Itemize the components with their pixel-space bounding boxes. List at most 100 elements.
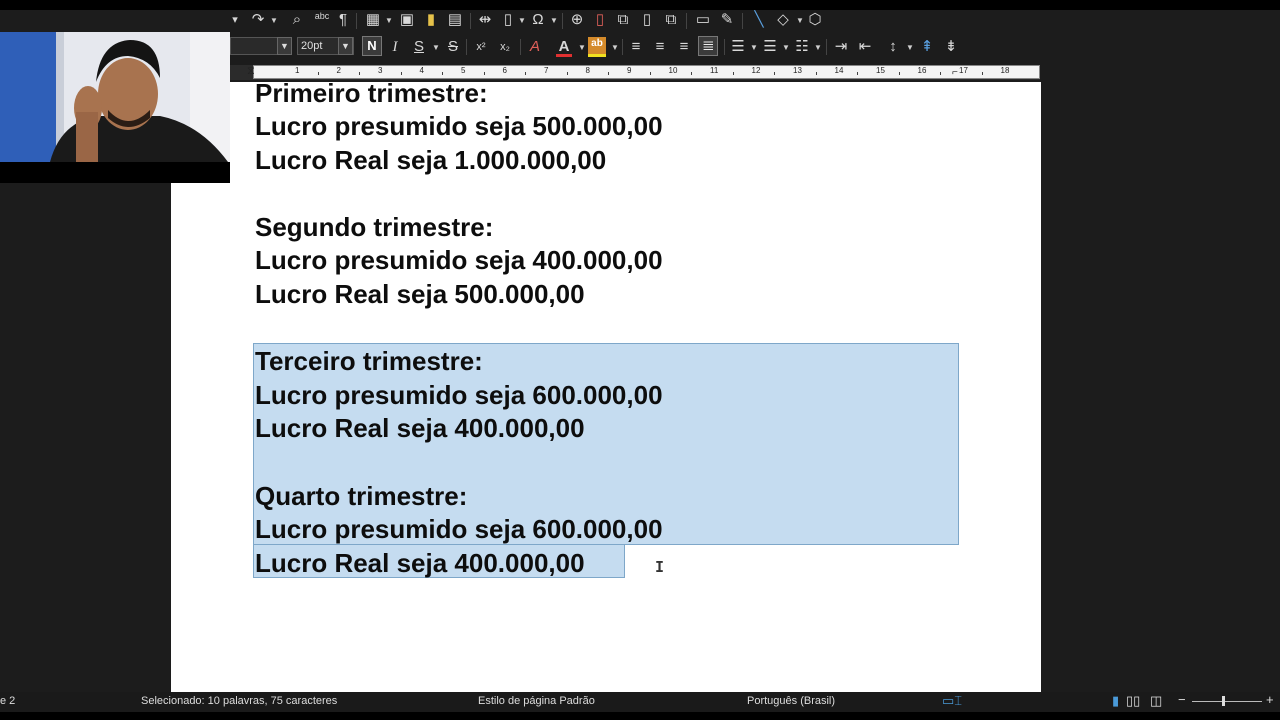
top-letterbox <box>0 0 1280 10</box>
ruler-number: 6 <box>502 66 507 75</box>
outline-dropdown-icon[interactable]: ▼ <box>814 43 822 52</box>
book-view-icon[interactable]: ◫ <box>1150 693 1162 709</box>
insert-field-icon[interactable]: ▯ <box>500 10 516 32</box>
spellcheck-icon[interactable]: abc <box>312 10 332 32</box>
font-name-dropdown-icon[interactable]: ▼ <box>277 37 292 55</box>
insert-image-icon[interactable]: ▣ <box>398 10 416 32</box>
undo-dropdown-icon[interactable]: ▾ <box>230 10 240 32</box>
doc-line: Lucro presumido seja 600.000,00 <box>255 514 663 544</box>
special-char-dropdown-icon[interactable]: ▼ <box>550 16 558 25</box>
outline-list-icon[interactable]: ☷ <box>794 37 810 59</box>
doc-line: Quarto trimestre: <box>255 481 468 511</box>
font-size-dropdown-icon[interactable]: ▼ <box>338 37 353 55</box>
page-count[interactable]: e 2 <box>0 695 15 707</box>
ruler-tick <box>774 72 776 75</box>
endnote-icon[interactable]: ⧉ <box>614 10 632 32</box>
separator <box>826 39 827 55</box>
numbered-dropdown-icon[interactable]: ▼ <box>782 43 790 52</box>
bullet-list-icon[interactable]: ☰ <box>730 37 746 59</box>
cross-reference-icon[interactable]: ⧉ <box>662 10 680 32</box>
draw-functions-icon[interactable]: ⬡ <box>806 10 824 32</box>
clear-formatting-icon[interactable]: A <box>526 37 544 59</box>
separator <box>742 13 743 29</box>
ruler-number: 10 <box>668 66 678 75</box>
special-character-icon[interactable]: Ω <box>530 10 546 32</box>
basic-shapes-icon[interactable]: ◇ <box>774 10 792 32</box>
zoom-out-icon[interactable]: − <box>1178 692 1186 707</box>
track-changes-icon[interactable]: ✎ <box>718 10 736 32</box>
align-left-icon[interactable]: ≡ <box>628 37 644 59</box>
ruler-tick <box>400 72 402 75</box>
underline-button[interactable]: S <box>412 37 426 59</box>
ruler-tick <box>940 72 942 75</box>
single-page-view-icon[interactable]: ▮ <box>1112 693 1119 709</box>
webcam-presenter-image <box>0 32 230 162</box>
underline-dropdown-icon[interactable]: ▼ <box>432 43 440 52</box>
page-break-icon[interactable]: ⇹ <box>476 10 494 32</box>
find-replace-icon[interactable]: ⌕ <box>288 10 306 32</box>
decrease-indent-icon[interactable]: ⇤ <box>856 37 874 59</box>
doc-line: Terceiro trimestre: <box>255 346 483 376</box>
numbered-list-icon[interactable]: ☰ <box>762 37 778 59</box>
shapes-dropdown-icon[interactable]: ▼ <box>796 16 804 25</box>
comment-icon[interactable]: ▭ <box>694 10 712 32</box>
ruler-tick <box>359 72 361 75</box>
multi-page-view-icon[interactable]: ▯▯ <box>1126 693 1140 709</box>
word-count[interactable]: Selecionado: 10 palavras, 75 caracteres <box>141 695 337 707</box>
ruler-tick <box>317 72 319 75</box>
field-dropdown-icon[interactable]: ▼ <box>518 16 526 25</box>
table-dropdown-icon[interactable]: ▼ <box>385 16 393 25</box>
align-right-icon[interactable]: ≡ <box>676 37 692 59</box>
paragraph-spacing-increase-icon[interactable]: ⇞ <box>918 37 936 59</box>
page-style[interactable]: Estilo de página Padrão <box>478 695 595 707</box>
doc-line: Lucro Real seja 500.000,00 <box>255 279 585 309</box>
ruler-number: 16 <box>917 66 927 75</box>
italic-button[interactable]: I <box>388 37 402 59</box>
ruler-tick <box>525 72 527 75</box>
insert-chart-icon[interactable]: ▮ <box>422 10 440 32</box>
separator <box>520 39 521 55</box>
font-color-dropdown-icon[interactable]: ▼ <box>578 43 586 52</box>
insert-line-icon[interactable]: ╲ <box>750 10 768 32</box>
ruler-number: 18 <box>1000 66 1010 75</box>
zoom-slider-thumb[interactable] <box>1222 696 1225 706</box>
formatting-marks-icon[interactable]: ¶ <box>336 10 350 32</box>
ruler-tick <box>442 72 444 75</box>
subscript-button[interactable]: x₂ <box>496 37 514 59</box>
highlight-color-icon[interactable]: ab <box>588 37 606 57</box>
ruler-number: 15 <box>876 66 885 75</box>
ruler-number: 11 <box>710 66 719 75</box>
doc-line: Lucro presumido seja 600.000,00 <box>255 380 663 410</box>
zoom-slider[interactable] <box>1192 701 1262 702</box>
highlight-dropdown-icon[interactable]: ▼ <box>611 43 619 52</box>
bookmark-icon[interactable]: ▯ <box>638 10 656 32</box>
footnote-icon[interactable]: ▯ <box>592 10 608 32</box>
bold-button[interactable]: N <box>362 36 382 56</box>
increase-indent-icon[interactable]: ⇥ <box>832 37 850 59</box>
insert-textbox-icon[interactable]: ▤ <box>446 10 464 32</box>
language-status[interactable]: Português (Brasil) <box>747 695 835 707</box>
zoom-in-icon[interactable]: + <box>1266 692 1274 707</box>
selection-mode-icon[interactable]: ▭⌶ <box>942 693 962 709</box>
hyperlink-icon[interactable]: ⊕ <box>568 10 586 32</box>
redo-icon[interactable]: ↷ <box>250 10 266 32</box>
insert-table-icon[interactable]: ▦ <box>364 10 382 32</box>
font-color-icon[interactable]: A <box>556 37 572 57</box>
ruler-tick <box>691 72 693 75</box>
right-margin-marker-icon[interactable]: ⌐ <box>952 67 958 78</box>
line-spacing-icon[interactable]: ↕ <box>884 37 902 59</box>
ruler-number: 1 <box>295 66 300 75</box>
doc-line: Lucro Real seja 400.000,00 <box>255 413 585 443</box>
paragraph-spacing-decrease-icon[interactable]: ⇟ <box>942 37 960 59</box>
redo-dropdown-icon[interactable]: ▼ <box>270 16 278 25</box>
superscript-button[interactable]: x² <box>472 37 490 59</box>
align-center-icon[interactable]: ≡ <box>652 37 668 59</box>
strikethrough-button[interactable]: S <box>446 37 460 59</box>
line-spacing-dropdown-icon[interactable]: ▼ <box>906 43 914 52</box>
document-page[interactable]: Primeiro trimestre: Lucro presumido seja… <box>171 78 1041 692</box>
justify-button[interactable]: ≣ <box>698 36 718 56</box>
bullet-dropdown-icon[interactable]: ▼ <box>750 43 758 52</box>
bottom-letterbox <box>0 712 1280 720</box>
indent-marker-icon[interactable]: ⧖ <box>247 65 255 78</box>
separator <box>356 13 357 29</box>
